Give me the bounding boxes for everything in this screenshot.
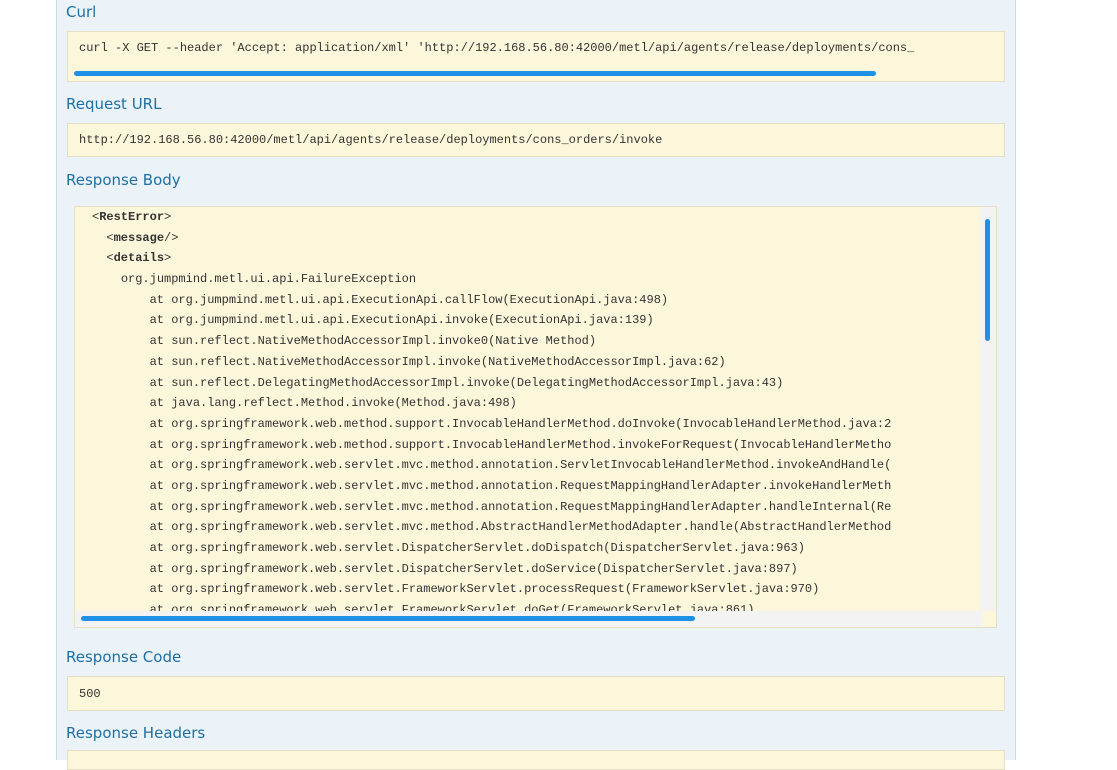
response-body-indent <box>92 396 150 410</box>
response-body-indent <box>92 520 150 534</box>
response-body-text: at sun.reflect.NativeMethodAccessorImpl.… <box>149 334 597 349</box>
response-body-line: at org.springframework.web.servlet.Dispa… <box>92 538 980 559</box>
response-body-indent <box>92 417 150 431</box>
response-body-text: at org.springframework.web.servlet.Frame… <box>149 603 755 611</box>
response-body-line: <message/> <box>92 228 980 249</box>
response-body-line: <details> <box>92 248 980 269</box>
response-body-line: at org.springframework.web.servlet.mvc.m… <box>92 476 980 497</box>
response-body-line: at org.jumpmind.metl.ui.api.ExecutionApi… <box>92 290 980 311</box>
response-body-indent <box>92 438 150 452</box>
response-body-text: at org.springframework.web.servlet.mvc.m… <box>149 458 892 473</box>
response-body-horizontal-scroll-track[interactable] <box>75 611 982 627</box>
response-body-line: at org.springframework.web.method.suppor… <box>92 414 980 435</box>
response-body-indent <box>92 231 106 245</box>
response-body-text: at org.springframework.web.servlet.Dispa… <box>149 541 805 555</box>
response-body-text: at org.springframework.web.servlet.mvc.m… <box>149 520 892 535</box>
response-body-text: at sun.reflect.DelegatingMethodAccessorI… <box>149 375 784 390</box>
response-body-line: at java.lang.reflect.Method.invoke(Metho… <box>92 393 980 414</box>
request-url-box: http://192.168.56.80:42000/metl/api/agen… <box>67 123 1005 157</box>
response-body-line: at sun.reflect.NativeMethodAccessorImpl.… <box>92 352 980 373</box>
response-body-line: at org.springframework.web.servlet.mvc.m… <box>92 497 980 518</box>
response-body-line: at org.springframework.web.servlet.Frame… <box>92 600 980 611</box>
response-body-indent <box>92 582 150 596</box>
response-body-text: at org.jumpmind.metl.ui.api.ExecutionApi… <box>149 292 669 307</box>
response-body-indent <box>92 334 150 348</box>
response-body-text: at org.springframework.web.servlet.mvc.m… <box>149 499 892 514</box>
response-body-text: at org.springframework.web.method.suppor… <box>149 437 892 452</box>
response-body-indent <box>92 562 150 576</box>
response-body-horizontal-scrollbar[interactable] <box>81 616 695 621</box>
response-code-text: 500 <box>79 687 101 701</box>
response-body-line: org.jumpmind.metl.ui.api.FailureExceptio… <box>92 269 980 290</box>
response-body-vertical-scrollbar[interactable] <box>985 219 990 341</box>
response-body-text: at org.springframework.web.method.suppor… <box>149 416 892 431</box>
response-body-indent <box>92 541 150 555</box>
response-body-line: at org.springframework.web.servlet.Frame… <box>92 579 980 600</box>
response-code-heading: Response Code <box>66 648 182 666</box>
response-body-open: < <box>106 230 114 245</box>
curl-command-box[interactable]: curl -X GET --header 'Accept: applicatio… <box>67 31 1005 82</box>
response-body-box[interactable]: <RestError> <message/> <details> org.jum… <box>74 206 997 628</box>
response-body-text: at org.jumpmind.metl.ui.api.ExecutionApi… <box>149 313 654 328</box>
response-body-tag: message <box>113 230 165 245</box>
response-body-text: at java.lang.reflect.Method.invoke(Metho… <box>149 396 517 411</box>
response-body-text: at sun.reflect.NativeMethodAccessorImpl.… <box>149 354 726 369</box>
response-body-line: <RestError> <box>92 207 980 228</box>
response-body-tag: RestError <box>99 210 165 224</box>
response-body-indent <box>92 251 106 265</box>
response-headers-box <box>67 750 1005 770</box>
request-url-text: http://192.168.56.80:42000/metl/api/agen… <box>79 133 663 147</box>
response-code-box: 500 <box>67 676 1005 711</box>
response-body-text: at org.springframework.web.servlet.Frame… <box>149 582 820 597</box>
response-body-heading: Response Body <box>66 171 181 189</box>
response-body-vertical-scroll-track[interactable] <box>980 207 996 611</box>
curl-horizontal-scrollbar[interactable] <box>74 71 876 76</box>
response-body-text: org.jumpmind.metl.ui.api.FailureExceptio… <box>120 272 417 287</box>
response-body-indent <box>92 479 150 493</box>
response-body-indent <box>92 500 150 514</box>
curl-heading: Curl <box>66 3 97 21</box>
response-body-line: at org.jumpmind.metl.ui.api.ExecutionApi… <box>92 310 980 331</box>
response-body-text: at org.springframework.web.servlet.mvc.m… <box>149 478 892 493</box>
response-body-indent <box>92 313 150 327</box>
response-body-tag: details <box>113 251 165 266</box>
response-body-text: at org.springframework.web.servlet.Dispa… <box>149 561 798 576</box>
response-body-line: at sun.reflect.DelegatingMethodAccessorI… <box>92 373 980 394</box>
response-body-close: /> <box>164 230 179 245</box>
response-body-line: at org.springframework.web.servlet.Dispa… <box>92 559 980 580</box>
response-body-line: at org.springframework.web.servlet.mvc.m… <box>92 517 980 538</box>
curl-command-text: curl -X GET --header 'Accept: applicatio… <box>79 41 915 55</box>
response-headers-heading: Response Headers <box>66 724 206 742</box>
response-body-close: > <box>164 251 172 266</box>
request-url-heading: Request URL <box>66 95 162 113</box>
response-body-text: <RestError> <message/> <details> org.jum… <box>92 207 980 611</box>
response-body-indent <box>92 458 150 472</box>
response-body-indent <box>92 293 150 307</box>
response-body-line: at org.springframework.web.servlet.mvc.m… <box>92 455 980 476</box>
response-body-indent <box>92 603 150 611</box>
response-body-indent <box>92 376 150 390</box>
response-body-line: at org.springframework.web.method.suppor… <box>92 435 980 456</box>
response-body-indent <box>92 355 150 369</box>
response-body-close: > <box>164 210 172 224</box>
response-body-indent <box>92 272 121 286</box>
response-body-line: at sun.reflect.NativeMethodAccessorImpl.… <box>92 331 980 352</box>
response-body-open: < <box>106 251 114 266</box>
